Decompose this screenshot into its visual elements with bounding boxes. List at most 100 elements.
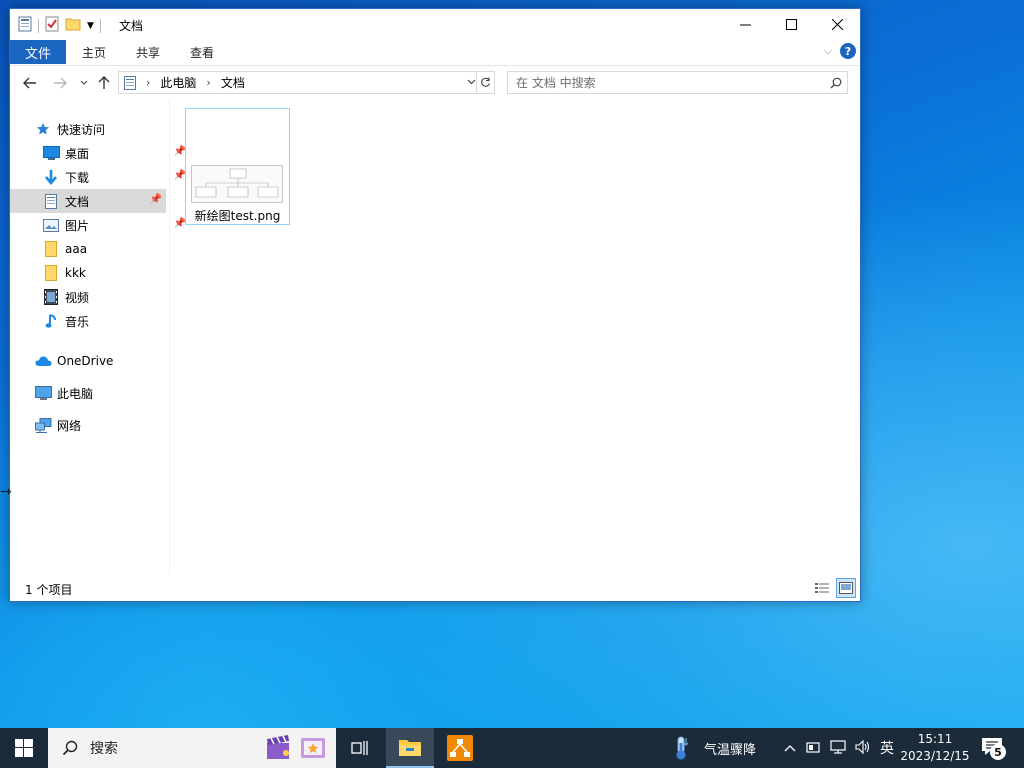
customize-toolbar-icon[interactable]: ▼: [87, 21, 94, 31]
clock-time: 15:11: [917, 732, 953, 746]
folder-icon: [42, 265, 60, 281]
clock-date: 2023/12/15: [900, 749, 970, 763]
search-box[interactable]: [507, 71, 848, 94]
window-title: 文档: [119, 19, 144, 33]
notification-count-badge: 5: [990, 744, 1006, 760]
volume-icon[interactable]: [855, 739, 871, 757]
address-bar[interactable]: › 此电脑 › 文档: [118, 71, 495, 94]
expand-ribbon-icon[interactable]: ⌵: [824, 44, 832, 58]
clapperboard-icon[interactable]: [264, 733, 294, 766]
network-status-icon[interactable]: [830, 739, 846, 757]
breadcrumb-this-pc[interactable]: 此电脑: [160, 74, 196, 91]
search-icon[interactable]: [825, 77, 847, 89]
up-button[interactable]: [94, 73, 114, 93]
task-view-icon: [351, 741, 368, 755]
task-view-button[interactable]: [336, 728, 384, 768]
weather-text: 气温骤降: [704, 742, 757, 758]
ribbon-tabs: 文件 主页 共享 查看: [10, 40, 860, 64]
sidebar-item-this-pc[interactable]: 此电脑: [34, 381, 190, 405]
desktop-icon: [42, 145, 60, 161]
taskbar-search-label: 搜索: [90, 741, 118, 757]
search-icon: [62, 740, 78, 756]
computer-icon: [34, 385, 52, 401]
file-list-area: 新绘图test.png: [171, 101, 860, 575]
battery-plug-icon[interactable]: [805, 740, 821, 757]
sidebar-item-label: 桌面: [65, 146, 90, 161]
drawio-icon: [447, 735, 473, 761]
resize-cursor-icon: ⇾: [0, 484, 12, 500]
start-button[interactable]: [0, 728, 48, 768]
help-button[interactable]: ?: [840, 43, 856, 59]
sidebar-item-label: OneDrive: [57, 354, 114, 368]
chevron-up-icon[interactable]: [784, 741, 796, 755]
chevron-down-icon[interactable]: [467, 75, 476, 88]
new-folder-icon[interactable]: [65, 17, 81, 34]
clock[interactable]: 15:11 2023/12/15: [900, 731, 970, 765]
sidebar-item-label: 视频: [65, 290, 90, 305]
details-view-icon[interactable]: [812, 578, 832, 598]
taskbar-file-explorer[interactable]: [386, 728, 434, 768]
file-explorer-window: ▼ 文档 文件 主页 共享 查看 ⌵ ? › 此电脑 › 文档 在 文档 中搜索…: [9, 8, 861, 602]
chevron-right-icon[interactable]: ›: [206, 76, 210, 89]
tab-file[interactable]: 文件: [10, 40, 66, 64]
chevron-right-icon[interactable]: ›: [146, 76, 150, 89]
toolbar-divider: [38, 18, 39, 33]
quick-access-toolbar: ▼: [18, 16, 101, 35]
window-controls: [722, 9, 860, 39]
ribbon-divider: [10, 65, 860, 66]
tab-view[interactable]: 查看: [175, 44, 229, 61]
windows-logo-icon: [15, 739, 33, 757]
properties-icon[interactable]: [18, 16, 32, 35]
input-method-indicator[interactable]: 英: [880, 738, 894, 758]
notepad-star-icon[interactable]: [299, 735, 327, 764]
videos-icon: [42, 289, 60, 305]
item-count: 1 个项目: [25, 583, 73, 597]
close-button[interactable]: [814, 9, 860, 39]
sidebar-item-label: aaa: [65, 242, 88, 256]
thermometer-icon: [676, 736, 689, 760]
file-name: 新绘图test.png: [194, 209, 281, 223]
cloud-icon: [34, 353, 52, 369]
system-tray: 英: [784, 728, 894, 768]
sidebar-item-network[interactable]: 网络: [34, 413, 190, 437]
notification-center-button[interactable]: 5: [978, 734, 1008, 762]
weather-widget[interactable]: 气温骤降: [672, 728, 756, 768]
image-thumbnail-icon: [191, 165, 283, 203]
title-bar: ▼ 文档: [10, 9, 860, 39]
large-icons-view-icon[interactable]: [836, 578, 856, 598]
file-item[interactable]: 新绘图test.png: [185, 108, 290, 225]
sidebar-item-quick-access[interactable]: 快速访问: [34, 117, 190, 141]
taskbar-search-box[interactable]: 搜索: [48, 728, 336, 768]
refresh-button[interactable]: [476, 72, 494, 93]
back-button[interactable]: [20, 73, 40, 93]
sidebar-item-label: 网络: [57, 418, 82, 433]
folder-icon: [399, 740, 421, 756]
pictures-icon: [42, 217, 60, 233]
music-icon: [42, 313, 60, 329]
checkmark-icon[interactable]: [45, 16, 59, 35]
minimize-button[interactable]: [722, 9, 768, 39]
documents-icon: [42, 193, 60, 209]
sidebar-item-label: 文档: [65, 194, 90, 209]
star-icon: [34, 121, 52, 137]
tab-home[interactable]: 主页: [67, 44, 121, 61]
taskbar-drawio-app[interactable]: [436, 728, 484, 768]
recent-locations-button[interactable]: [74, 73, 94, 93]
tab-share[interactable]: 共享: [121, 44, 175, 61]
forward-button[interactable]: [50, 73, 70, 93]
sidebar-item-documents[interactable]: 文档 📌: [10, 189, 166, 213]
sidebar-item-label: 下载: [65, 170, 90, 185]
sidebar-item-label: 音乐: [65, 314, 90, 329]
ribbon-right-controls: ⌵ ?: [824, 43, 856, 59]
maximize-button[interactable]: [768, 9, 814, 39]
breadcrumb-documents[interactable]: 文档: [221, 74, 245, 91]
view-switcher: [812, 578, 856, 598]
toolbar-divider: [99, 18, 101, 33]
documents-icon: [124, 75, 136, 90]
status-bar: 1 个项目: [10, 577, 860, 601]
sidebar-item-label: 图片: [65, 218, 90, 233]
sidebar-item-onedrive[interactable]: OneDrive: [34, 349, 190, 373]
sidebar-item-label: 快速访问: [57, 122, 106, 137]
search-input[interactable]: [508, 72, 825, 93]
pin-icon[interactable]: 📌: [150, 194, 162, 205]
